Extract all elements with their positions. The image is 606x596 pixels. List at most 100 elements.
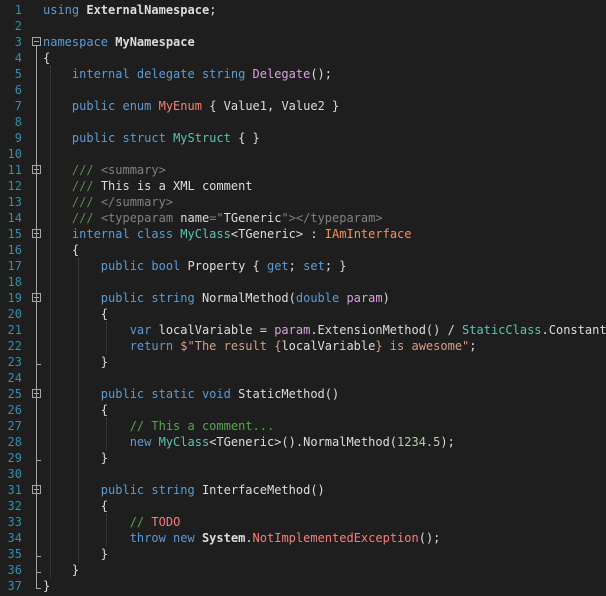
code-line[interactable]: 23 } bbox=[0, 354, 606, 370]
line-number: 34 bbox=[7, 531, 22, 545]
code-line[interactable]: 14 /// <typeparam name="TGeneric"></type… bbox=[0, 210, 606, 226]
code-token: /// bbox=[71, 195, 101, 209]
code-line[interactable]: 27 // This a comment... bbox=[0, 418, 606, 434]
code-line[interactable]: 25 public static void StaticMethod() bbox=[0, 386, 606, 402]
code-token: ; bbox=[288, 259, 304, 273]
line-number: 31 bbox=[7, 483, 22, 497]
code-text: throw new System.NotImplementedException… bbox=[43, 530, 441, 546]
code-token: namespace bbox=[43, 35, 116, 49]
code-text: public string InterfaceMethod() bbox=[43, 482, 325, 498]
line-number: 3 bbox=[14, 35, 22, 49]
code-line[interactable]: 35 } bbox=[0, 546, 606, 562]
code-token: TODO bbox=[151, 515, 181, 529]
code-line[interactable]: 36 } bbox=[0, 562, 606, 578]
line-number: 2 bbox=[14, 19, 22, 33]
code-token: <summary> bbox=[100, 163, 166, 177]
code-text: var localVariable = param.ExtensionMetho… bbox=[43, 322, 606, 338]
code-line[interactable]: 22 return $"The result {localVariable} i… bbox=[0, 338, 606, 354]
code-line[interactable]: 32 { bbox=[0, 498, 606, 514]
code-line[interactable]: 16 { bbox=[0, 242, 606, 258]
indent-guide bbox=[106, 322, 107, 354]
code-line[interactable]: 28 new MyClass<TGeneric>().NormalMethod(… bbox=[0, 434, 606, 450]
code-line[interactable]: 21 var localVariable = param.ExtensionMe… bbox=[0, 322, 606, 338]
code-line[interactable]: 26 { bbox=[0, 402, 606, 418]
code-token: MyClass bbox=[180, 227, 231, 241]
code-token: var bbox=[129, 323, 159, 337]
line-number: 9 bbox=[14, 131, 22, 145]
outline-bar bbox=[36, 494, 37, 556]
code-text: { bbox=[43, 242, 79, 258]
code-token: .ExtensionMethod() / bbox=[310, 323, 463, 337]
code-token: { bbox=[43, 51, 51, 65]
code-line[interactable]: 29 } bbox=[0, 450, 606, 466]
code-line[interactable]: 8 bbox=[0, 114, 606, 130]
code-token: set bbox=[303, 259, 325, 273]
code-token: TGeneric bbox=[223, 211, 282, 225]
code-token: { Value1, Value2 } bbox=[201, 99, 340, 113]
code-line[interactable]: 24 bbox=[0, 370, 606, 386]
code-token: public bool bbox=[100, 259, 188, 273]
code-line[interactable]: 13 /// </summary> bbox=[0, 194, 606, 210]
code-token: using bbox=[43, 3, 87, 17]
code-line[interactable]: 12 /// This is a XML comment bbox=[0, 178, 606, 194]
line-number: 24 bbox=[7, 371, 22, 385]
code-line[interactable]: 18 bbox=[0, 274, 606, 290]
code-line[interactable]: 10 bbox=[0, 146, 606, 162]
code-line[interactable]: 30 bbox=[0, 466, 606, 482]
code-text: /// This is a XML comment bbox=[43, 178, 253, 194]
line-number: 17 bbox=[7, 259, 22, 273]
code-line[interactable]: 7 public enum MyEnum { Value1, Value2 } bbox=[0, 98, 606, 114]
code-token: <TGeneric>().NormalMethod( bbox=[209, 435, 398, 449]
code-token: internal delegate string bbox=[71, 67, 253, 81]
code-line[interactable]: 6 bbox=[0, 82, 606, 98]
code-line[interactable]: 5 internal delegate string Delegate(); bbox=[0, 66, 606, 82]
code-token: localVariable bbox=[281, 339, 376, 353]
code-line[interactable]: 9 public struct MyStruct { } bbox=[0, 130, 606, 146]
code-token: Property { bbox=[187, 259, 267, 273]
code-text: } bbox=[43, 578, 50, 594]
collapse-icon[interactable] bbox=[32, 37, 41, 46]
code-line[interactable]: 19 public string NormalMethod(double par… bbox=[0, 290, 606, 306]
code-token: double bbox=[295, 291, 347, 305]
code-text: } bbox=[43, 562, 79, 578]
indent-guide bbox=[50, 66, 51, 578]
code-line[interactable]: 1 using ExternalNamespace; bbox=[0, 2, 606, 18]
code-token: NotImplementedException bbox=[252, 531, 419, 545]
code-token: ); bbox=[440, 435, 455, 449]
code-token: } bbox=[43, 547, 109, 561]
code-line[interactable]: 20 { bbox=[0, 306, 606, 322]
code-token: . bbox=[245, 531, 253, 545]
code-token: This is a XML comment bbox=[100, 179, 253, 193]
code-token: ; } bbox=[324, 259, 347, 273]
code-line[interactable]: 15 internal class MyClass<TGeneric> : IA… bbox=[0, 226, 606, 242]
code-token: public static void bbox=[100, 387, 239, 401]
code-line[interactable]: 34 throw new System.NotImplementedExcept… bbox=[0, 530, 606, 546]
outline-end bbox=[36, 364, 41, 365]
code-token: MyEnum bbox=[158, 99, 202, 113]
code-token: MyClass bbox=[158, 435, 210, 449]
code-line[interactable]: 31 public string InterfaceMethod() bbox=[0, 482, 606, 498]
code-token: new bbox=[129, 435, 159, 449]
code-line[interactable]: 4{ bbox=[0, 50, 606, 66]
code-line[interactable]: 37} bbox=[0, 578, 606, 594]
line-number: 35 bbox=[7, 547, 22, 561]
code-text: internal class MyClass<TGeneric> : IAmIn… bbox=[43, 226, 412, 242]
code-editor[interactable]: 1 using ExternalNamespace; 2 3 namespace MyN… bbox=[0, 0, 606, 596]
code-token: // This a comment... bbox=[129, 419, 275, 433]
code-text: { bbox=[43, 402, 108, 418]
line-number: 30 bbox=[7, 467, 22, 481]
line-number: 7 bbox=[14, 99, 22, 113]
code-text: { bbox=[43, 50, 50, 66]
code-text: public struct MyStruct { } bbox=[43, 130, 260, 146]
code-line[interactable]: 17 public bool Property { get; set; } bbox=[0, 258, 606, 274]
code-line[interactable]: 3 namespace MyNamespace bbox=[0, 34, 606, 50]
code-line[interactable]: 2 bbox=[0, 18, 606, 34]
code-text: new MyClass<TGeneric>().NormalMethod(123… bbox=[43, 434, 455, 450]
code-line[interactable]: 33 // TODO bbox=[0, 514, 606, 530]
code-token: param bbox=[346, 291, 383, 305]
code-line[interactable]: 11 /// <summary> bbox=[0, 162, 606, 178]
line-number: 28 bbox=[7, 435, 22, 449]
